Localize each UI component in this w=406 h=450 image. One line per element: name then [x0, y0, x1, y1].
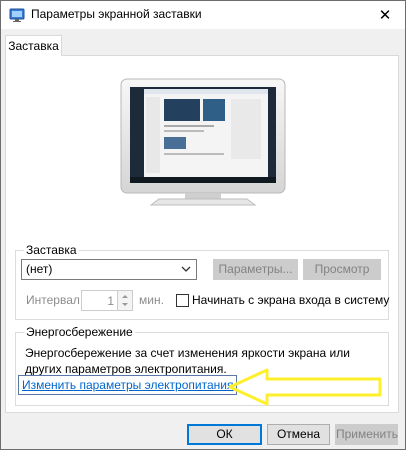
arrow-left-icon — [227, 367, 385, 407]
interval-stepper[interactable]: 1 — [81, 290, 133, 311]
screensaver-select[interactable]: (нет) — [21, 259, 197, 280]
title-bar: Параметры экранной заставки ✕ — [1, 1, 405, 29]
preview-button[interactable]: Просмотр — [303, 259, 381, 280]
spin-arrows-icon[interactable] — [117, 291, 132, 310]
settings-button[interactable]: Параметры... — [213, 259, 298, 280]
screensaver-icon — [9, 7, 25, 23]
cancel-button[interactable]: Отмена — [267, 424, 330, 445]
interval-label: Интервал: — [26, 293, 84, 307]
ok-button[interactable]: ОК — [187, 424, 262, 445]
power-group-title: Энергосбережение — [24, 325, 135, 339]
chevron-down-icon — [179, 262, 193, 276]
screensaver-group-title: Заставка — [24, 243, 79, 257]
interval-value: 1 — [107, 294, 114, 308]
close-button[interactable]: ✕ — [365, 1, 405, 29]
apply-button[interactable]: Применить — [335, 424, 398, 445]
change-power-settings-link[interactable]: Изменить параметры электропитания — [18, 375, 238, 395]
tab-screensaver[interactable]: Заставка — [5, 35, 62, 56]
monitor-preview — [119, 77, 287, 207]
logon-checkbox-label[interactable]: Начинать с экрана входа в систему — [192, 293, 389, 307]
interval-unit: мин. — [139, 293, 164, 307]
logon-checkbox[interactable] — [176, 294, 189, 307]
close-icon: ✕ — [378, 7, 392, 24]
screensaver-settings-window: Параметры экранной заставки ✕ Заставка З… — [0, 0, 406, 450]
window-title: Параметры экранной заставки — [31, 7, 202, 21]
screensaver-select-value: (нет) — [26, 262, 53, 276]
